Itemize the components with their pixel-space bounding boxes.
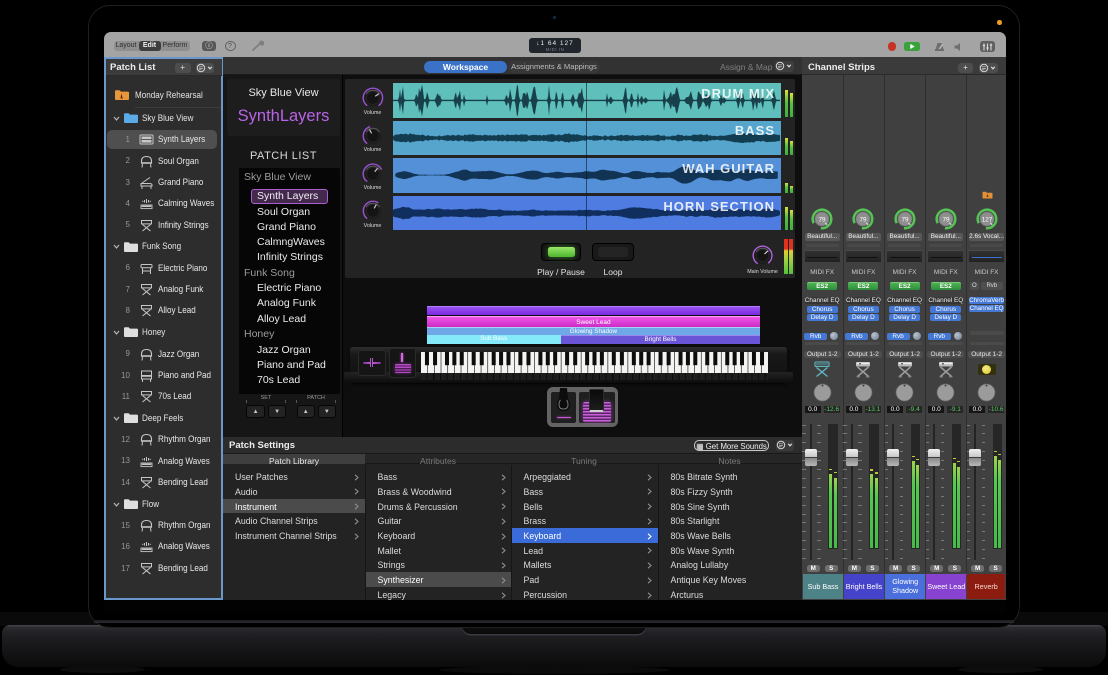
svg-text:79: 79 [860, 216, 868, 223]
svg-text:79: 79 [819, 216, 827, 223]
svg-text:79: 79 [901, 216, 909, 223]
svg-text:127: 127 [981, 216, 992, 223]
svg-text:79: 79 [942, 216, 950, 223]
